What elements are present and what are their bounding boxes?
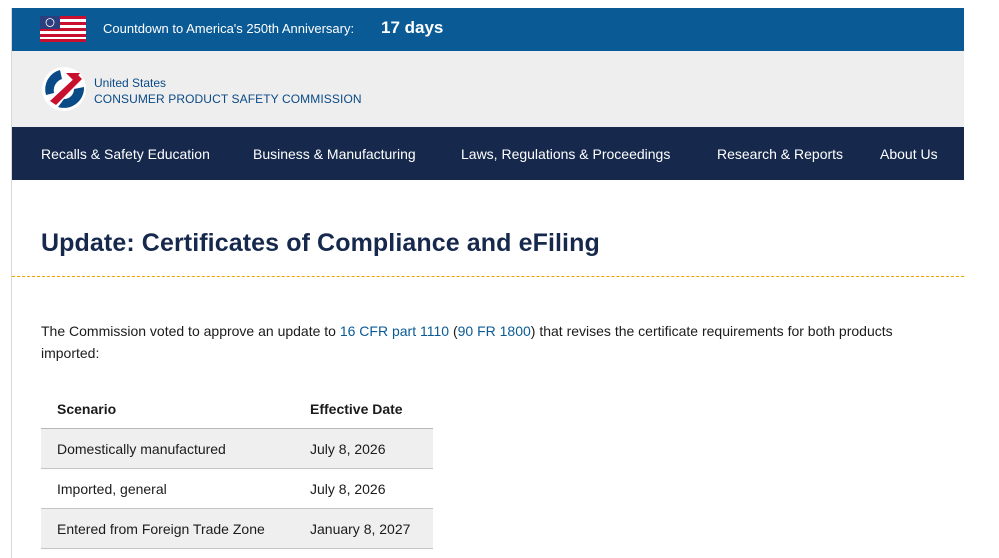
column-header-effective-date: Effective Date <box>294 390 433 429</box>
page-frame: Countdown to America's 250th Anniversary… <box>12 8 964 558</box>
cell-effective-date: July 8, 2026 <box>294 428 433 469</box>
agency-name-line2[interactable]: CONSUMER PRODUCT SAFETY COMMISSION <box>94 92 362 106</box>
cell-scenario: Domestically manufactured <box>41 428 294 469</box>
countdown-banner: Countdown to America's 250th Anniversary… <box>12 8 964 51</box>
cell-effective-date: January 8, 2027 <box>294 508 433 549</box>
intro-text-line2: imported: <box>41 345 100 361</box>
cpsc-logo-icon[interactable] <box>40 65 88 113</box>
cell-effective-date: July 8, 2026 <box>294 468 433 509</box>
nav-item-about[interactable]: About Us <box>880 146 938 162</box>
cfr-link[interactable]: 16 CFR part 1110 <box>340 323 449 339</box>
agency-name-line1[interactable]: United States <box>94 76 166 90</box>
table-row: Imported, general July 8, 2026 <box>41 468 433 509</box>
nav-item-laws[interactable]: Laws, Regulations & Proceedings <box>461 146 670 162</box>
site-header: United States CONSUMER PRODUCT SAFETY CO… <box>12 51 964 127</box>
column-header-scenario: Scenario <box>41 390 294 429</box>
main-nav: Recalls & Safety Education Business & Ma… <box>12 127 964 180</box>
intro-paragraph: The Commission voted to approve an updat… <box>41 320 964 342</box>
nav-item-business[interactable]: Business & Manufacturing <box>253 146 416 162</box>
effective-dates-table: Scenario Effective Date Domestically man… <box>41 390 433 549</box>
us-flag-icon <box>40 16 86 42</box>
cell-scenario: Entered from Foreign Trade Zone <box>41 508 294 549</box>
title-divider <box>12 276 964 277</box>
table-row: Entered from Foreign Trade Zone January … <box>41 508 433 549</box>
countdown-days: 17 days <box>381 18 444 37</box>
fr-link[interactable]: 90 FR 1800 <box>458 323 531 339</box>
countdown-text: Countdown to America's 250th Anniversary… <box>103 21 355 36</box>
intro-text-paren: ( <box>449 323 458 339</box>
intro-text-end: ) that revises the certificate requireme… <box>530 323 893 339</box>
nav-item-recalls[interactable]: Recalls & Safety Education <box>41 146 210 162</box>
table-row: Domestically manufactured July 8, 2026 <box>41 428 433 469</box>
nav-item-research[interactable]: Research & Reports <box>717 146 843 162</box>
page-title: Update: Certificates of Compliance and e… <box>41 229 600 257</box>
cell-scenario: Imported, general <box>41 468 294 509</box>
table-header-row: Scenario Effective Date <box>41 390 433 429</box>
intro-text-start: The Commission voted to approve an updat… <box>41 323 340 339</box>
